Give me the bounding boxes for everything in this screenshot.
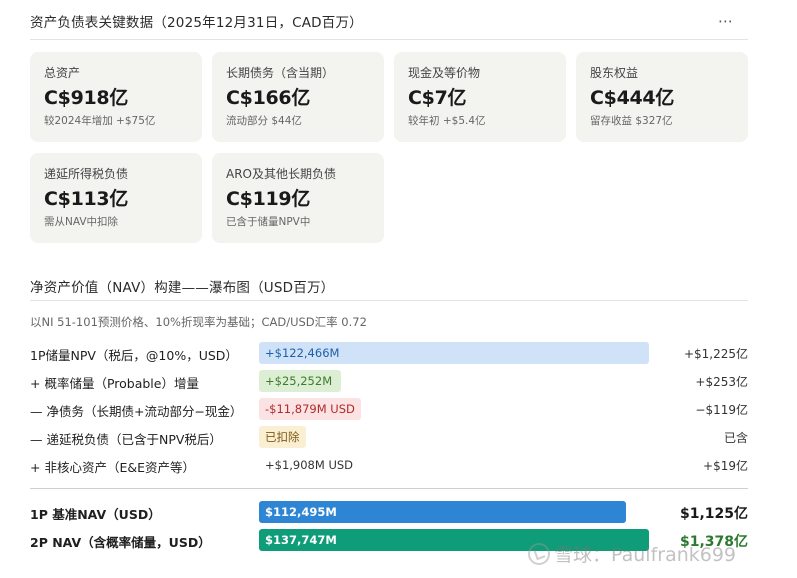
snowball-logo-icon bbox=[528, 543, 550, 565]
waterfall-row: — 递延税负债（已含于NPV税后） 已扣除 已含 bbox=[30, 426, 748, 448]
waterfall-bar: +$1,908M USD bbox=[265, 458, 354, 472]
row-label: + 非核心资产（E&E资产等） bbox=[30, 460, 195, 475]
card-label: 长期债务（含当期） bbox=[226, 66, 335, 80]
more-options-icon[interactable]: ⋯ bbox=[716, 14, 734, 32]
metric-card-cash: 现金及等价物 C$7亿 较年初 +$5.4亿 bbox=[394, 52, 566, 142]
metric-card-deferred-tax: 递延所得税负债 C$113亿 需从NAV中扣除 bbox=[30, 153, 202, 243]
card-subtext: 留存收益 $327亿 bbox=[590, 115, 673, 127]
card-value: C$166亿 bbox=[226, 87, 311, 109]
row-label: — 递延税负债（已含于NPV税后） bbox=[30, 432, 222, 447]
card-label: 现金及等价物 bbox=[408, 66, 481, 80]
page-title: 资产负债表关键数据（2025年12月31日，CAD百万） bbox=[30, 15, 363, 31]
card-value: C$113亿 bbox=[44, 188, 129, 210]
metric-card-equity: 股东权益 C$444亿 留存收益 $327亿 bbox=[576, 52, 748, 142]
waterfall-note: 以NI 51-101预测价格、10%折现率为基础；CAD/USD汇率 0.72 bbox=[30, 315, 367, 329]
row-label: 1P储量NPV（税后，@10%，USD） bbox=[30, 348, 238, 363]
total-bar: $112,495M bbox=[259, 501, 626, 523]
waterfall-row: 1P储量NPV（税后，@10%，USD） +$122,466M +$1,225亿 bbox=[30, 342, 748, 364]
metric-card-aro: ARO及其他长期负债 C$119亿 已含于储量NPV中 bbox=[212, 153, 384, 243]
metric-card-total-assets: 总资产 C$918亿 较2024年增加 +$75亿 bbox=[30, 52, 202, 142]
row-value: $1,125亿 bbox=[679, 506, 748, 522]
row-value: +$253亿 bbox=[695, 375, 748, 389]
card-subtext: 已含于储量NPV中 bbox=[226, 216, 311, 228]
card-subtext: 需从NAV中扣除 bbox=[44, 216, 119, 228]
total-row-1p: 1P 基准NAV（USD） $112,495M $1,125亿 bbox=[30, 501, 748, 523]
totals-divider bbox=[30, 488, 748, 489]
waterfall-title: 净资产价值（NAV）构建——瀑布图（USD百万） bbox=[30, 276, 748, 301]
card-value: C$444亿 bbox=[590, 87, 675, 109]
section-header: 资产负债表关键数据（2025年12月31日，CAD百万） ⋯ bbox=[30, 12, 748, 40]
card-subtext: 流动部分 $44亿 bbox=[226, 115, 302, 127]
card-label: ARO及其他长期负债 bbox=[226, 167, 336, 181]
waterfall-row: + 非核心资产（E&E资产等） +$1,908M USD +$19亿 bbox=[30, 454, 748, 476]
metric-card-long-term-debt: 长期债务（含当期） C$166亿 流动部分 $44亿 bbox=[212, 52, 384, 142]
card-label: 递延所得税负债 bbox=[44, 167, 129, 181]
waterfall-bar: -$11,879M USD bbox=[259, 398, 361, 420]
waterfall-bar: +$25,252M bbox=[259, 370, 341, 392]
card-label: 总资产 bbox=[44, 66, 81, 80]
row-label: — 净债务（长期债+流动部分−现金） bbox=[30, 404, 243, 419]
row-label: + 概率储量（Probable）增量 bbox=[30, 376, 199, 391]
waterfall-row: — 净债务（长期债+流动部分−现金） -$11,879M USD −$119亿 bbox=[30, 398, 748, 420]
row-value: 已含 bbox=[723, 431, 748, 445]
row-value: +$1,225亿 bbox=[683, 347, 748, 361]
card-value: C$119亿 bbox=[226, 188, 311, 210]
card-label: 股东权益 bbox=[590, 66, 639, 80]
waterfall-bar: +$122,466M bbox=[259, 342, 649, 364]
card-subtext: 较年初 +$5.4亿 bbox=[408, 115, 486, 127]
row-label: 2P NAV（含概率储量，USD） bbox=[30, 535, 211, 550]
row-value: +$19亿 bbox=[703, 459, 748, 473]
watermark-text: 雪球：Paulfrank699 bbox=[554, 544, 737, 566]
row-label: 1P 基准NAV（USD） bbox=[30, 507, 161, 522]
card-subtext: 较2024年增加 +$75亿 bbox=[44, 115, 156, 127]
watermark: 雪球：Paulfrank699 bbox=[528, 540, 736, 567]
card-value: C$7亿 bbox=[408, 87, 467, 109]
row-value: −$119亿 bbox=[695, 403, 748, 417]
waterfall-row: + 概率储量（Probable）增量 +$25,252M +$253亿 bbox=[30, 370, 748, 392]
card-value: C$918亿 bbox=[44, 87, 129, 109]
waterfall-bar: 已扣除 bbox=[259, 426, 306, 448]
